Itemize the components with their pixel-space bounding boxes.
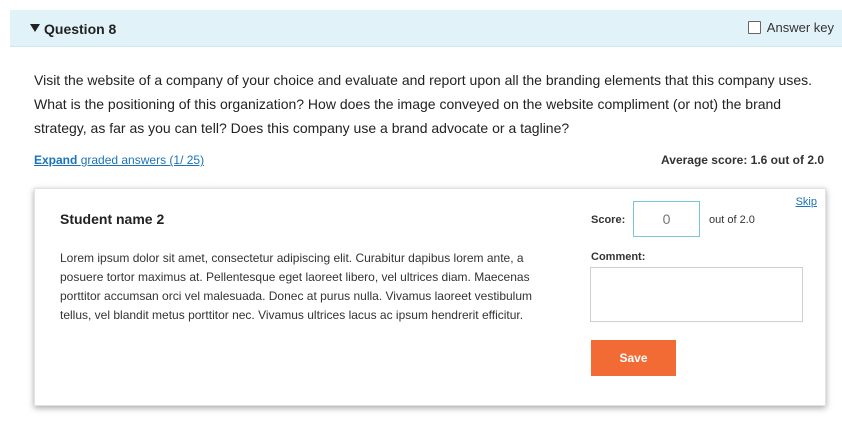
average-score: Average score: 1.6 out of 2.0 [661,153,824,167]
expand-label: Expand [34,153,78,167]
save-button[interactable]: Save [591,340,676,376]
answer-key-toggle[interactable]: Answer key [747,20,834,35]
student-name: Student name 2 [60,211,165,227]
question-title: Question 8 [44,21,117,37]
score-label: Score: [591,214,626,226]
answer-key-label: Answer key [766,20,834,35]
answer-key-checkbox[interactable] [747,21,761,34]
question-header[interactable]: Question 8 Answer key [10,10,842,47]
expand-graded-answers[interactable]: Expand graded answers (1/ 25) [34,153,204,167]
skip-link[interactable]: Skip [796,196,817,208]
expand-graded-link[interactable]: Expand graded answers (1/ 25) [34,153,204,167]
expand-rest-label: graded answers (1/ 25) [80,153,205,167]
caret-down-icon[interactable] [30,24,40,32]
question-panel: Question 8 Answer key Visit the website … [10,10,842,428]
comment-field[interactable] [590,267,803,322]
grading-card: Skip Student name 2 Lorem ipsum dolor si… [34,188,826,406]
question-text: Visit the website of a company of your c… [34,72,812,136]
score-input[interactable] [633,201,700,237]
comment-label: Comment: [591,251,646,263]
student-response: Lorem ipsum dolor sit amet, consectetur … [60,251,533,322]
out-of-label: out of 2.0 [709,214,755,226]
